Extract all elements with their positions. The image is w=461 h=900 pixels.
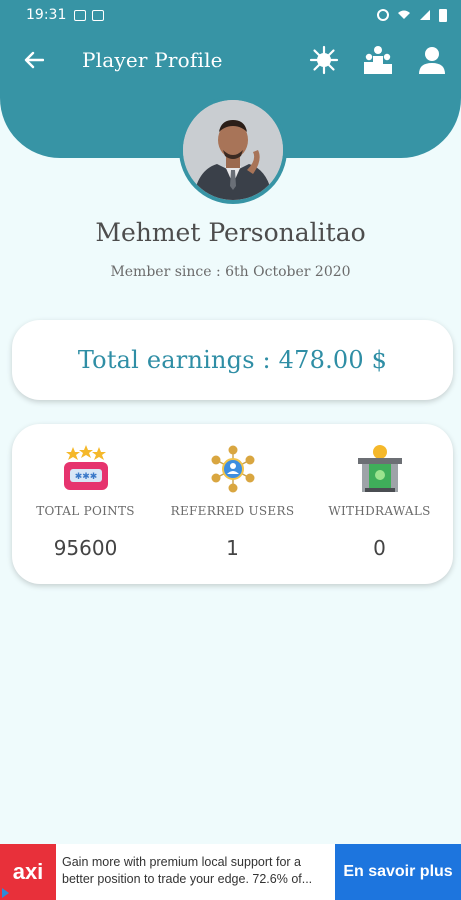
ad-text[interactable]: Gain more with premium local support for… [56,844,335,900]
status-time: 19:31 [26,7,67,23]
page-title: Player Profile [82,48,223,72]
starburst-icon [309,45,339,75]
stat-referred-users: REFERRED USERS 1 [159,424,306,584]
podium-icon [364,46,392,74]
signal-icon [420,10,430,20]
stat-withdrawals: WITHDRAWALS 0 [306,424,453,584]
stat-value: 1 [226,536,239,560]
gallery-icon [74,9,87,21]
member-since: Member since : 6th October 2020 [110,264,351,280]
wifi-icon [398,10,410,19]
status-bar: 19:31 [0,0,461,30]
ad-logo[interactable]: axi [0,844,56,900]
adchoices-icon[interactable] [2,888,9,898]
back-button[interactable] [12,38,56,82]
stat-value: 0 [373,536,386,560]
ad-banner[interactable]: axi Gain more with premium local support… [0,844,461,900]
total-earnings: Total earnings : 478.00 $ [77,346,388,374]
avatar[interactable] [179,96,287,204]
points-icon: ✱✱✱ [63,445,108,490]
arrow-left-icon [24,51,44,69]
toolbar: Player Profile [0,38,461,82]
ad-logo-text: axi [12,859,44,884]
leaderboard-button[interactable] [359,41,397,79]
svg-text:✱✱✱: ✱✱✱ [74,472,97,482]
referral-network-icon [211,445,254,493]
profile-photo [183,100,283,200]
mail-icon [92,9,105,21]
alarm-icon [377,9,389,21]
stat-total-points: ✱✱✱ TOTAL POINTS 95600 [12,424,159,584]
toolbar-actions [305,41,451,79]
stat-label: REFERRED USERS [170,504,295,518]
stat-label: TOTAL POINTS [36,504,135,518]
battery-icon [439,8,447,22]
status-system-icons [377,8,447,22]
status-notification-icons [74,9,105,21]
stats-card: ✱✱✱ TOTAL POINTS 95600 REFERRED USERS 1 … [12,424,453,584]
spin-button[interactable] [305,41,343,79]
withdrawal-icon [357,445,402,492]
user-icon [419,47,445,74]
ad-cta-button[interactable]: En savoir plus [335,844,461,900]
player-name: Mehmet Personalitao [95,218,366,247]
stat-value: 95600 [53,536,118,560]
stat-label: WITHDRAWALS [328,504,431,518]
account-button[interactable] [413,41,451,79]
earnings-card: Total earnings : 478.00 $ [12,320,453,400]
